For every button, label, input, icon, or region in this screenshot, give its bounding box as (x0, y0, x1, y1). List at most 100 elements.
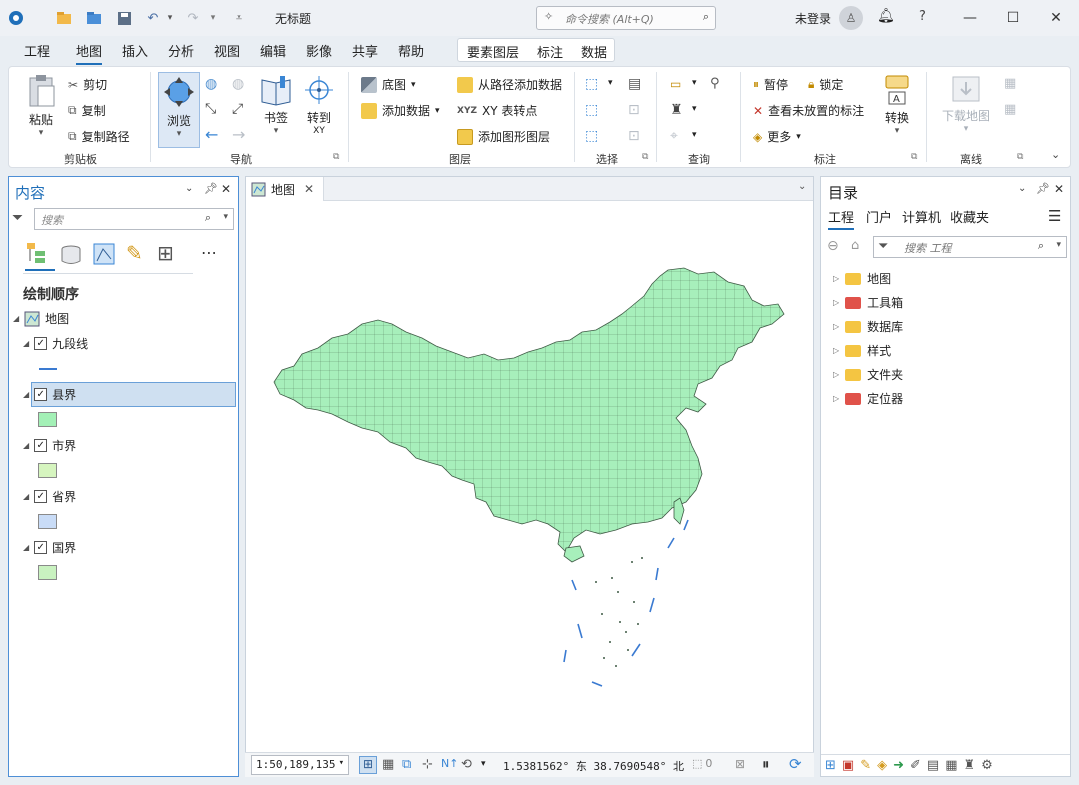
measure-dropdown-icon[interactable]: ▾ (692, 78, 697, 88)
maximize-window-icon[interactable]: ☐ (999, 6, 1027, 30)
infographics-dropdown-icon[interactable]: ▾ (692, 104, 697, 114)
select-by-location-icon[interactable]: ⬚ (585, 102, 598, 118)
copy-path-button[interactable]: ⧉ 复制路径 (68, 128, 130, 145)
map-canvas[interactable] (266, 262, 796, 692)
grid-snap-icon[interactable]: ⊹ (422, 757, 433, 772)
list-by-drawing-order-button[interactable] (25, 241, 55, 271)
add-data-from-path-button[interactable]: 从路径添加数据 (457, 76, 562, 93)
close-map-tab-icon[interactable]: ✕ (304, 182, 314, 196)
close-catalog-icon[interactable]: ✕ (1054, 182, 1064, 196)
paste-button[interactable]: 粘贴 ▾ (22, 74, 60, 138)
collapse-triangle-icon[interactable]: ◢ (23, 441, 29, 450)
catalog-menu-icon[interactable]: ☰ (1048, 207, 1061, 225)
tab-feature-layer[interactable]: 要素图层 (467, 42, 519, 61)
selection-launcher-icon[interactable]: ⧉ (642, 152, 648, 162)
tab-imagery[interactable]: 影像 (306, 41, 332, 60)
close-contents-icon[interactable]: ✕ (221, 182, 231, 196)
command-search-input[interactable]: ✧ 命令搜索 (Alt+Q) ⌕ (536, 6, 716, 30)
pin-pane-icon[interactable]: 📌︎ (1036, 182, 1050, 195)
snapping-icon[interactable]: ⧉ (402, 757, 411, 772)
layer-row[interactable]: ◢ ✓ 九段线 (23, 335, 88, 352)
tab-data[interactable]: 数据 (581, 42, 607, 61)
goto-xy-button[interactable]: 转到 XY (302, 74, 336, 136)
view-unplaced-labels-button[interactable]: ✕ 查看未放置的标注 (753, 102, 864, 119)
catalog-tab-computer[interactable]: 计算机 (902, 207, 941, 226)
catalog-tab-project[interactable]: 工程 (828, 207, 855, 230)
labeling-launcher-icon[interactable]: ⧉ (911, 152, 917, 162)
scale-selector[interactable]: 1:50,189,135 ▾ (251, 755, 349, 775)
help-button[interactable]: ? (919, 9, 926, 24)
catalog-item-databases[interactable]: ▷ 数据库 (833, 318, 903, 335)
hainan-polygon[interactable] (563, 545, 585, 563)
north-arrow-icon[interactable]: N↑ (441, 757, 458, 770)
coordinate-dropdown-icon[interactable]: ▾ (692, 130, 697, 140)
collapse-triangle-icon[interactable]: ◢ (23, 339, 29, 348)
undo-dropdown-icon[interactable]: ▾ (160, 8, 180, 28)
rotation-dropdown-icon[interactable]: ▾ (481, 759, 486, 769)
pause-drawing-icon[interactable]: ⏸ (762, 755, 770, 773)
expand-triangle-icon[interactable]: ▷ (833, 346, 839, 355)
redo-dropdown-icon[interactable]: ▾ (203, 8, 223, 28)
fill-symbol-swatch[interactable] (38, 514, 57, 529)
close-window-icon[interactable]: ✕ (1042, 6, 1070, 30)
expand-triangle-icon[interactable]: ▷ (833, 370, 839, 379)
attributes-icon[interactable]: ⬚ (585, 128, 598, 144)
catalog-tab-portal[interactable]: 门户 (866, 207, 892, 226)
expand-triangle-icon[interactable]: ▷ (833, 394, 839, 403)
new-project-icon[interactable] (54, 8, 74, 28)
xy-table-to-point-button[interactable]: XYZ XY 表转点 (457, 102, 537, 119)
list-by-editing-pencil-icon[interactable]: ✎ (126, 241, 143, 265)
table-grid-icon[interactable]: ▦ (382, 757, 394, 772)
layer-row[interactable]: ◢ ✓ 省界 (23, 488, 76, 505)
layer-visibility-checkbox[interactable]: ✓ (34, 337, 48, 350)
selected-features-count[interactable]: ⬚ 0 (692, 757, 712, 770)
pause-labeling-button[interactable]: ⏸ 暂停 (753, 76, 788, 93)
zoom-to-selection-icon[interactable]: ⊡ (628, 102, 640, 118)
forward-extent-icon[interactable]: → (232, 125, 245, 144)
layer-visibility-checkbox[interactable]: ✓ (34, 541, 48, 554)
remove-offline-icon[interactable]: ▦ (1004, 102, 1016, 117)
previous-extent-icon[interactable]: ◍ (232, 76, 244, 92)
symbology-tab-icon[interactable]: ◈ (877, 758, 887, 773)
navigation-grid-icon[interactable]: ⊞ (359, 756, 377, 774)
zoom-in-fixed-icon[interactable]: ⤡ (205, 101, 216, 117)
geocode-tab-icon[interactable]: ♜ (964, 758, 976, 773)
collapse-ribbon-icon[interactable]: ⌄ (1051, 148, 1060, 161)
locate-icon[interactable]: ⚲ (710, 76, 720, 91)
notifications-bell-icon[interactable]: 🔔︎ (877, 8, 895, 24)
catalog-item-styles[interactable]: ▷ 样式 (833, 342, 891, 359)
catalog-item-toolboxes[interactable]: ▷ 工具箱 (833, 294, 903, 311)
line-symbol-swatch[interactable] (39, 368, 57, 370)
nine-dash-line[interactable] (563, 519, 689, 687)
catalog-item-locators[interactable]: ▷ 定位器 (833, 390, 903, 407)
back-extent-icon[interactable]: ← (205, 125, 218, 144)
catalog-item-maps[interactable]: ▷ 地图 (833, 270, 891, 287)
add-graphics-layer-button[interactable]: 添加图形图层 (457, 128, 550, 145)
fill-symbol-swatch[interactable] (38, 463, 57, 478)
pin-pane-icon[interactable]: 📌︎ (204, 182, 218, 195)
attributes-tab-icon[interactable]: ▤ (927, 758, 939, 773)
cut-button[interactable]: ✂ 剪切 (68, 76, 107, 93)
tab-labeling[interactable]: 标注 (537, 42, 563, 61)
catalog-item-folders[interactable]: ▷ 文件夹 (833, 366, 903, 383)
contents-search-input[interactable]: 搜索 ⌕ ▾ (34, 208, 234, 230)
convert-labels-button[interactable]: A 转换 ▾ (880, 74, 914, 136)
coordinate-conversion-icon[interactable]: ⌖ (670, 128, 678, 144)
arrow-tab-icon[interactable]: ➜ (893, 758, 904, 773)
map-node[interactable]: ◢ 地图 (13, 310, 69, 327)
select-by-attributes-icon[interactable]: ▤ (628, 76, 641, 92)
open-project-icon[interactable] (84, 8, 104, 28)
map-tips-icon[interactable]: ⊠ (735, 757, 745, 771)
expand-triangle-icon[interactable]: ▷ (833, 298, 839, 307)
offline-launcher-icon[interactable]: ⧉ (1017, 152, 1023, 162)
catalog-tab-favorites[interactable]: 收藏夹 (950, 207, 989, 226)
tab-project[interactable]: 工程 (24, 41, 50, 60)
edit-tab-icon[interactable]: ✎ (860, 758, 871, 773)
user-avatar-icon[interactable]: ♙ (839, 6, 863, 30)
back-arrow-icon[interactable]: ⊖ (827, 238, 839, 254)
toolbox-tab-icon[interactable]: ▣ (842, 758, 854, 773)
full-extent-icon[interactable]: ◍ (205, 76, 217, 92)
measure-icon[interactable]: ▭ (670, 77, 681, 91)
more-views-ellipsis-icon[interactable]: ⋯ (201, 243, 217, 262)
navigate-launcher-icon[interactable]: ⧉ (333, 152, 339, 162)
